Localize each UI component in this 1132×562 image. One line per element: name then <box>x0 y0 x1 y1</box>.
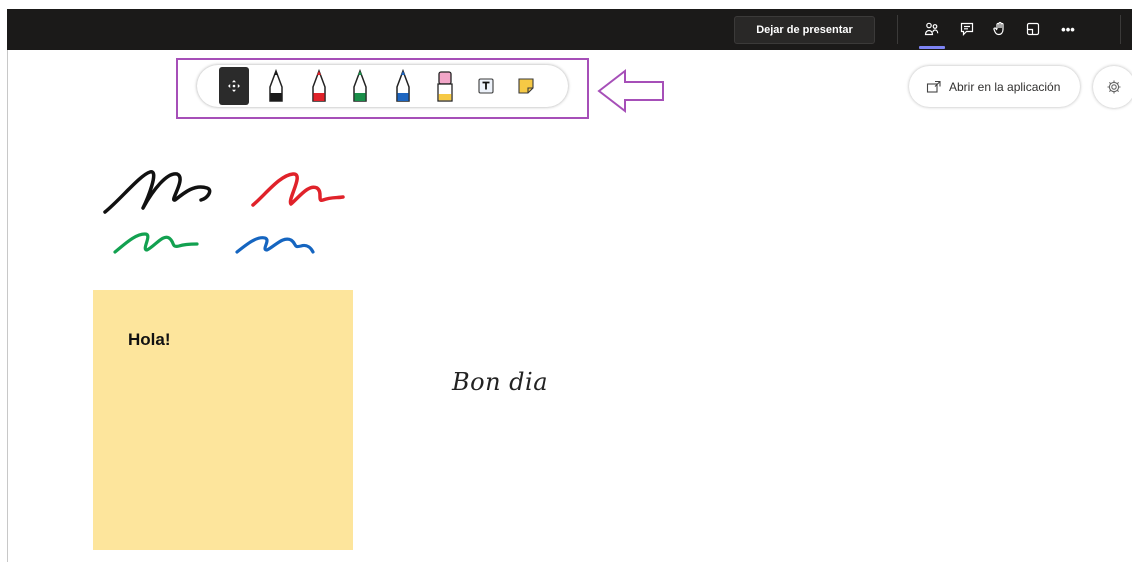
open-external-icon <box>926 80 941 93</box>
gear-icon <box>1107 80 1121 94</box>
people-icon[interactable] <box>919 17 945 41</box>
green-ink-stroke[interactable] <box>113 232 199 254</box>
open-in-app-button[interactable]: Abrir en la aplicación <box>909 66 1080 107</box>
sticky-note-text: Hola! <box>128 330 171 349</box>
green-pen-icon <box>353 69 367 102</box>
whiteboard-toolbar <box>197 65 568 107</box>
red-ink-stroke[interactable] <box>251 172 345 207</box>
pen-black-tool[interactable] <box>261 67 291 105</box>
blue-ink-stroke[interactable] <box>235 236 315 254</box>
black-pen-icon <box>269 69 283 102</box>
highlighter-icon <box>437 71 453 102</box>
move-icon <box>228 80 240 92</box>
sticky-note[interactable]: Hola! <box>93 290 353 550</box>
toolbar-divider <box>897 15 898 44</box>
blue-pen-icon <box>396 69 410 102</box>
text-tool[interactable] <box>471 67 501 105</box>
text-box-icon <box>478 78 494 94</box>
red-pen-icon <box>312 69 326 102</box>
pen-blue-tool[interactable] <box>388 67 418 105</box>
stop-presenting-button[interactable]: Dejar de presentar <box>734 16 875 44</box>
highlighter-tool[interactable] <box>430 67 460 105</box>
canvas-left-border <box>7 50 8 562</box>
left-arrow-icon <box>597 68 664 114</box>
pen-green-tool[interactable] <box>345 67 375 105</box>
canvas-text-item[interactable]: Bon dia <box>452 368 548 396</box>
ink-strokes <box>103 170 345 254</box>
toolbar-divider <box>1120 15 1121 44</box>
sticky-note-tool[interactable] <box>511 67 541 105</box>
move-tool[interactable] <box>219 67 249 105</box>
raise-hand-icon[interactable] <box>987 17 1013 41</box>
settings-button[interactable] <box>1093 66 1132 108</box>
pen-red-tool[interactable] <box>304 67 334 105</box>
rooms-icon[interactable] <box>1020 17 1046 41</box>
chat-icon[interactable] <box>954 17 980 41</box>
black-ink-stroke[interactable] <box>103 170 212 214</box>
meeting-top-bar: Dejar de presentar ••• <box>7 9 1132 50</box>
open-in-app-label: Abrir en la aplicación <box>949 79 1061 94</box>
sticky-note-icon <box>518 78 534 94</box>
active-tab-underline <box>919 46 945 49</box>
more-icon[interactable]: ••• <box>1055 17 1081 41</box>
